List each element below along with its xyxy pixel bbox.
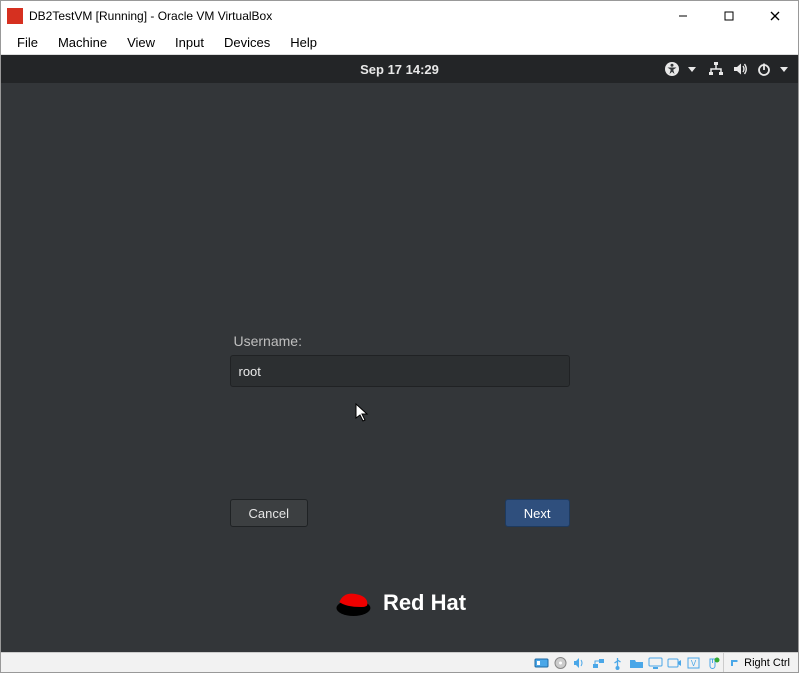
menu-devices[interactable]: Devices (214, 33, 280, 52)
guest-screen: Sep 17 14:29 (1, 55, 798, 652)
gnome-top-bar: Sep 17 14:29 (1, 55, 798, 83)
chevron-down-icon (780, 67, 788, 72)
redhat-brand-text: Red Hat (383, 590, 466, 616)
system-menu[interactable] (708, 61, 788, 77)
redhat-logo-icon (333, 588, 373, 618)
display-indicator-icon[interactable] (647, 655, 664, 671)
volume-icon (732, 61, 748, 77)
recording-indicator-icon[interactable] (666, 655, 683, 671)
clock[interactable]: Sep 17 14:29 (360, 62, 439, 77)
host-key-label: Right Ctrl (744, 657, 790, 669)
power-icon (756, 61, 772, 77)
host-status-bar: V Right Ctrl (1, 652, 798, 672)
menu-machine[interactable]: Machine (48, 33, 117, 52)
usb-indicator-icon[interactable] (609, 655, 626, 671)
maximize-button[interactable] (706, 1, 752, 31)
host-menu-bar: File Machine View Input Devices Help (1, 31, 798, 55)
menu-view[interactable]: View (117, 33, 165, 52)
virtualbox-app-icon (7, 8, 23, 24)
window-title: DB2TestVM [Running] - Oracle VM VirtualB… (29, 9, 660, 23)
username-input[interactable] (230, 355, 570, 387)
close-button[interactable] (752, 1, 798, 31)
hard-disk-indicator-icon[interactable] (533, 655, 550, 671)
host-key-indicator[interactable]: Right Ctrl (723, 653, 794, 672)
svg-text:V: V (691, 659, 697, 668)
audio-indicator-icon[interactable] (571, 655, 588, 671)
virtualization-indicator-icon[interactable]: V (685, 655, 702, 671)
username-label: Username: (234, 333, 570, 349)
optical-drive-indicator-icon[interactable] (552, 655, 569, 671)
menu-input[interactable]: Input (165, 33, 214, 52)
accessibility-menu[interactable] (664, 61, 696, 77)
network-wired-icon (708, 61, 724, 77)
accessibility-icon (664, 61, 680, 77)
cancel-button[interactable]: Cancel (230, 499, 308, 527)
redhat-branding: Red Hat (333, 588, 466, 618)
menu-file[interactable]: File (7, 33, 48, 52)
minimize-button[interactable] (660, 1, 706, 31)
mouse-integration-indicator-icon[interactable] (704, 655, 721, 671)
shared-folders-indicator-icon[interactable] (628, 655, 645, 671)
chevron-down-icon (688, 67, 696, 72)
network-indicator-icon[interactable] (590, 655, 607, 671)
menu-help[interactable]: Help (280, 33, 327, 52)
next-button[interactable]: Next (505, 499, 570, 527)
host-title-bar: DB2TestVM [Running] - Oracle VM VirtualB… (1, 1, 798, 31)
login-form: Username: Cancel Next (230, 333, 570, 527)
